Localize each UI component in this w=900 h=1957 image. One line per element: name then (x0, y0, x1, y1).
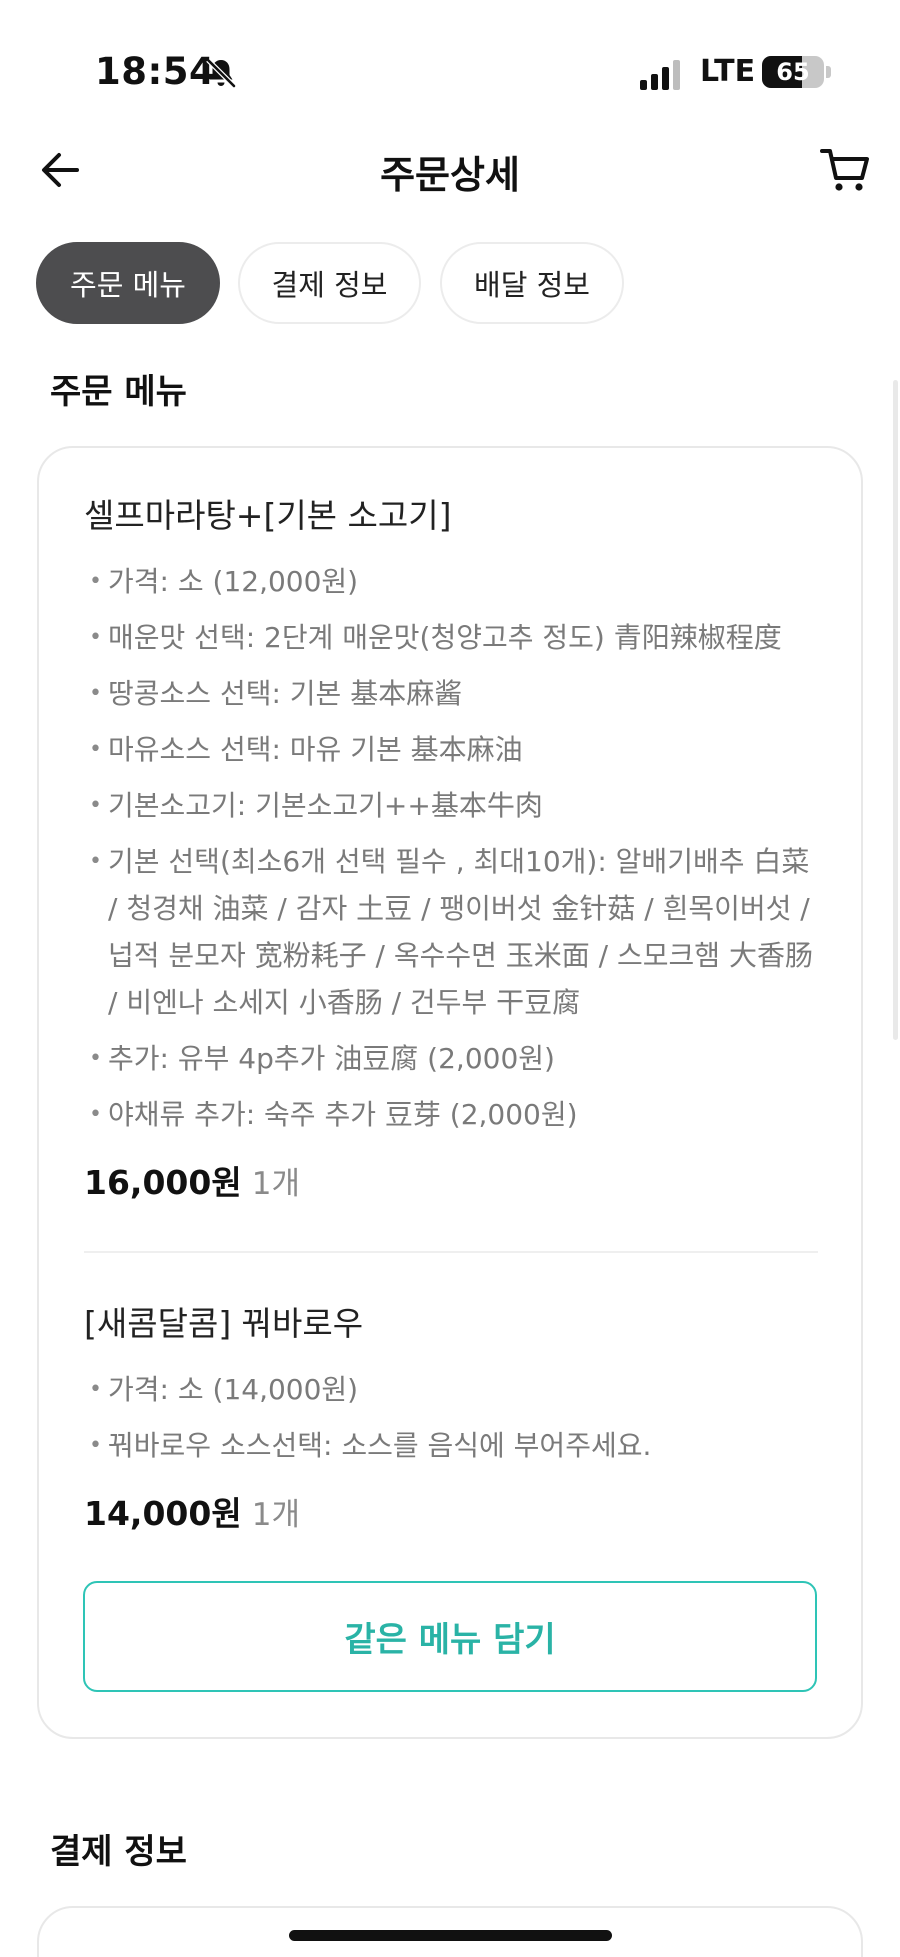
page-title: 주문상세 (380, 153, 520, 197)
section-title-payment-info: 결제 정보 (50, 1832, 187, 1872)
menu-options-list: 가격: 소 (12,000원) 매운맛 선택: 2단계 매운맛(청양고추 정도)… (84, 558, 824, 1138)
battery-percent: 65 (776, 58, 810, 86)
menu-option: 야채류 추가: 숙주 추가 豆芽 (2,000원) (84, 1091, 824, 1138)
price-row: 16,000원 1개 (84, 1156, 824, 1204)
tab-payment-info[interactable]: 결제 정보 (238, 242, 421, 324)
menu-item-name: 셀프마라탕+[기본 소고기] (84, 496, 452, 535)
item-quantity: 1개 (251, 1166, 300, 1202)
add-same-menu-button[interactable]: 같은 메뉴 담기 (83, 1581, 817, 1692)
signal-icon (640, 60, 680, 90)
menu-option: 기본소고기: 기본소고기++基本牛肉 (84, 782, 824, 829)
menu-option: 매운맛 선택: 2단계 매운맛(청양고추 정도) 青阳辣椒程度 (84, 614, 824, 661)
menu-item: [새콤달콤] 꿔바로우 가격: 소 (14,000원) 꿔바로우 소스선택: 소… (84, 1302, 824, 1535)
battery-indicator: 65 (762, 56, 824, 88)
menu-option: 가격: 소 (14,000원) (84, 1366, 824, 1413)
cart-icon (820, 149, 869, 191)
menu-option: 기본 선택(최소6개 선택 필수 , 최대10개): 알배기배추 白菜 / 청경… (84, 838, 824, 1026)
menu-option: 추가: 유부 4p추가 油豆腐 (2,000원) (84, 1035, 824, 1082)
menu-option: 땅콩소스 선택: 기본 基本麻酱 (84, 670, 824, 717)
item-quantity: 1개 (251, 1497, 300, 1533)
tab-order-menu[interactable]: 주문 메뉴 (36, 242, 220, 324)
network-type: LTE (700, 54, 756, 89)
menu-option: 마유소스 선택: 마유 기본 基本麻油 (84, 726, 824, 773)
item-divider (84, 1251, 818, 1253)
menu-item-name: [새콤달콤] 꿔바로우 (84, 1304, 364, 1343)
cart-button[interactable] (815, 140, 875, 200)
section-title-order-menu: 주문 메뉴 (50, 372, 187, 412)
menu-options-list: 가격: 소 (14,000원) 꿔바로우 소스선택: 소스를 음식에 부어주세요… (84, 1366, 824, 1469)
order-detail-screen: 18:54 LTE 65 주문상세 주문 메뉴 결제 정보 배달 정보 주문 메… (0, 0, 900, 1957)
home-indicator[interactable] (289, 1930, 612, 1941)
menu-item: 셀프마라탕+[기본 소고기] 가격: 소 (12,000원) 매운맛 선택: 2… (84, 494, 824, 1204)
scrollbar[interactable] (893, 380, 898, 1040)
item-price: 14,000원 (84, 1494, 242, 1533)
bell-muted-icon (206, 58, 236, 88)
status-bar: 18:54 LTE 65 (0, 0, 900, 140)
menu-option: 가격: 소 (12,000원) (84, 558, 824, 605)
item-price: 16,000원 (84, 1163, 242, 1202)
battery-tip (826, 66, 831, 78)
price-row: 14,000원 1개 (84, 1487, 824, 1535)
menu-option: 꿔바로우 소스선택: 소스를 음식에 부어주세요. (84, 1422, 824, 1469)
tab-delivery-info[interactable]: 배달 정보 (440, 242, 624, 324)
status-time: 18:54 (95, 50, 216, 93)
